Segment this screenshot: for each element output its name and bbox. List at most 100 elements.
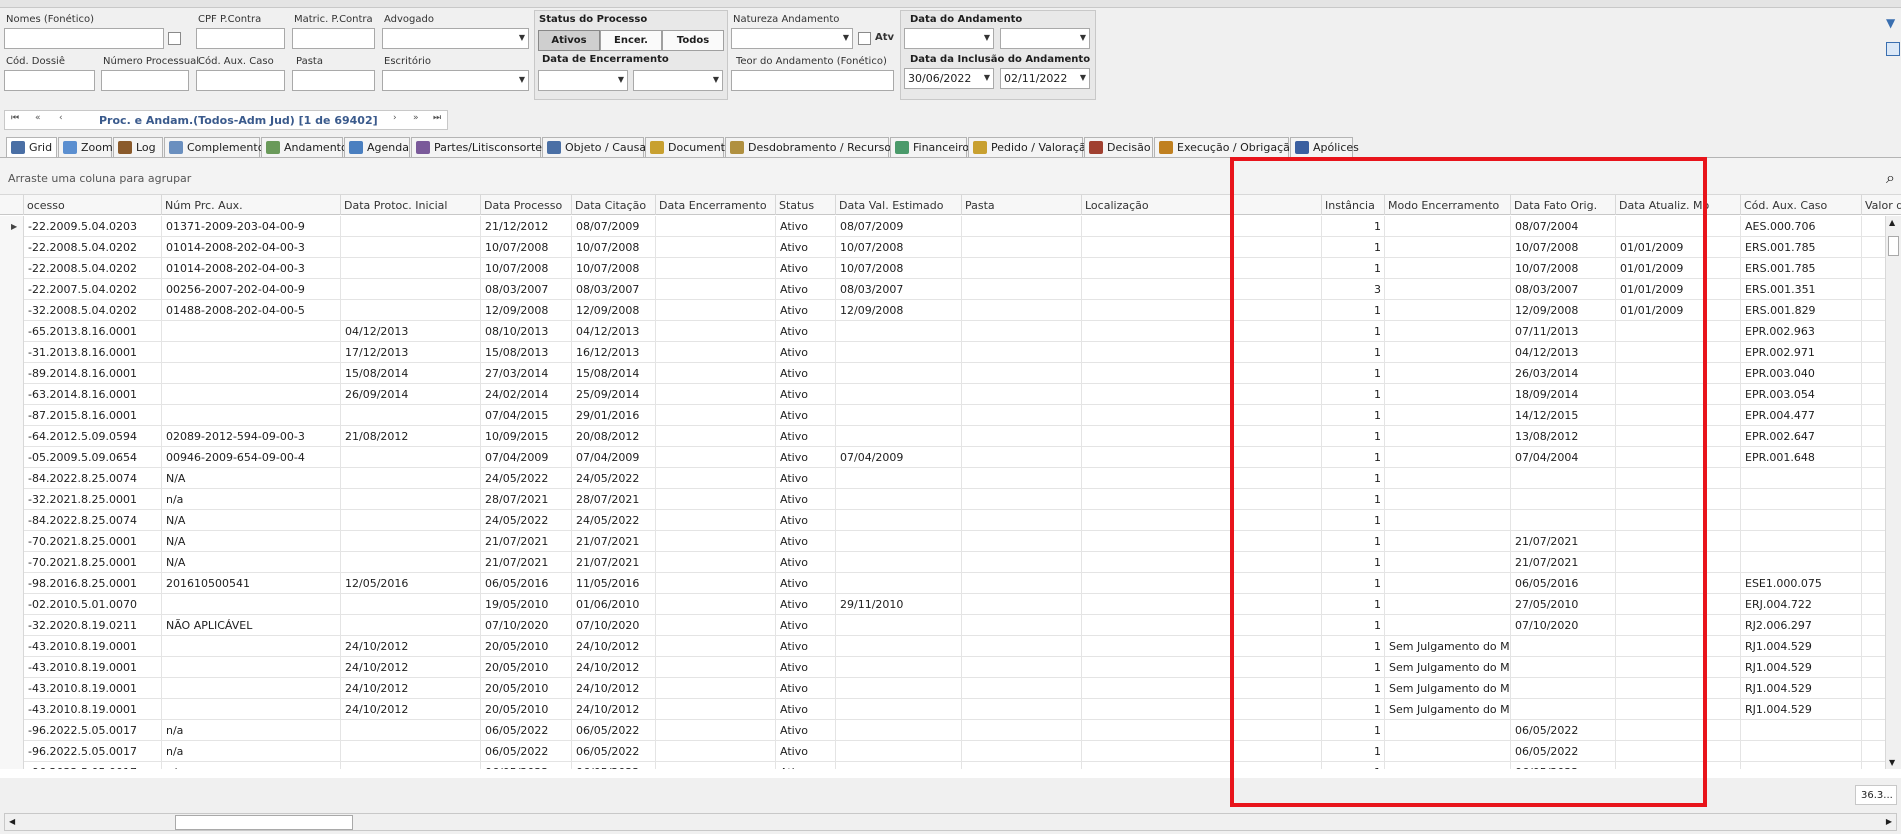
table-cell[interactable]: [1082, 405, 1322, 426]
table-cell[interactable]: [656, 531, 776, 552]
table-cell[interactable]: EPR.002.963: [1741, 321, 1862, 342]
table-cell[interactable]: 20/05/2010: [481, 636, 572, 657]
table-cell[interactable]: [962, 300, 1082, 321]
table-cell[interactable]: [1862, 447, 1885, 468]
table-cell[interactable]: 04/12/2013: [1511, 342, 1616, 363]
table-cell[interactable]: 1: [1322, 363, 1385, 384]
table-cell[interactable]: [1082, 300, 1322, 321]
table-cell[interactable]: [962, 342, 1082, 363]
table-cell[interactable]: 01/01/2009: [1616, 237, 1741, 258]
table-cell[interactable]: [836, 321, 962, 342]
table-cell[interactable]: 00946-2009-654-09-00-4: [162, 447, 341, 468]
table-cell[interactable]: Ativo: [776, 363, 836, 384]
column-header[interactable]: Status: [776, 195, 836, 215]
table-cell[interactable]: [1385, 594, 1511, 615]
table-cell[interactable]: Ativo: [776, 720, 836, 741]
table-cell[interactable]: [1616, 321, 1741, 342]
table-cell[interactable]: [1862, 405, 1885, 426]
table-cell[interactable]: 18/09/2014: [1511, 384, 1616, 405]
table-cell[interactable]: Ativo: [776, 573, 836, 594]
scroll-down-icon[interactable]: ▼: [1889, 758, 1895, 767]
table-cell[interactable]: Ativo: [776, 594, 836, 615]
tab-desdobramento-recurso[interactable]: Desdobramento / Recurso: [725, 137, 891, 158]
table-cell[interactable]: -43.2010.8.19.0001: [24, 678, 162, 699]
table-cell[interactable]: 1: [1322, 531, 1385, 552]
table-cell[interactable]: 10/07/2008: [572, 237, 656, 258]
table-cell[interactable]: 06/05/2022: [481, 720, 572, 741]
table-cell[interactable]: -32.2021.8.25.0001: [24, 489, 162, 510]
hscroll-thumb[interactable]: [175, 815, 353, 830]
table-cell[interactable]: [1862, 615, 1885, 636]
table-cell[interactable]: 28/07/2021: [481, 489, 572, 510]
cod-aux-caso-input[interactable]: [196, 70, 285, 91]
table-cell[interactable]: Ativo: [776, 216, 836, 237]
row-indicator[interactable]: [0, 258, 24, 279]
next-record-icon[interactable]: ›: [393, 113, 397, 123]
table-cell[interactable]: [962, 573, 1082, 594]
table-cell[interactable]: 24/02/2014: [481, 384, 572, 405]
table-cell[interactable]: 12/09/2008: [1511, 300, 1616, 321]
table-cell[interactable]: 1: [1322, 216, 1385, 237]
table-cell[interactable]: -43.2010.8.19.0001: [24, 657, 162, 678]
table-cell[interactable]: [1082, 615, 1322, 636]
table-cell[interactable]: [162, 342, 341, 363]
table-cell[interactable]: 27/05/2010: [1511, 594, 1616, 615]
scroll-up-icon[interactable]: ▲: [1889, 218, 1895, 227]
table-cell[interactable]: 1: [1322, 447, 1385, 468]
table-cell[interactable]: Ativo: [776, 279, 836, 300]
table-cell[interactable]: 28/07/2021: [572, 489, 656, 510]
table-cell[interactable]: [1385, 552, 1511, 573]
table-cell[interactable]: 24/10/2012: [572, 657, 656, 678]
tab-andamento[interactable]: Andamento: [261, 137, 348, 158]
table-cell[interactable]: 06/05/2022: [572, 720, 656, 741]
table-cell[interactable]: [1385, 741, 1511, 762]
table-cell[interactable]: ESE1.000.075: [1741, 573, 1862, 594]
table-cell[interactable]: [1082, 741, 1322, 762]
table-cell[interactable]: [162, 678, 341, 699]
table-cell[interactable]: 1: [1322, 468, 1385, 489]
row-indicator[interactable]: [0, 699, 24, 720]
column-header[interactable]: ocesso: [24, 195, 162, 215]
table-cell[interactable]: [836, 573, 962, 594]
table-cell[interactable]: Ativo: [776, 237, 836, 258]
table-cell[interactable]: n/a: [162, 720, 341, 741]
table-cell[interactable]: [656, 216, 776, 237]
table-cell[interactable]: 08/03/2007: [572, 279, 656, 300]
table-cell[interactable]: 07/10/2020: [572, 615, 656, 636]
table-cell[interactable]: EPR.001.648: [1741, 447, 1862, 468]
row-indicator[interactable]: [0, 342, 24, 363]
table-row[interactable]: -96.2022.5.05.0017n/a06/05/202206/05/202…: [0, 720, 1885, 741]
row-indicator[interactable]: [0, 615, 24, 636]
table-cell[interactable]: [1616, 384, 1741, 405]
table-cell[interactable]: [1862, 426, 1885, 447]
table-cell[interactable]: -98.2016.8.25.0001: [24, 573, 162, 594]
table-cell[interactable]: N/A: [162, 510, 341, 531]
table-cell[interactable]: [1862, 657, 1885, 678]
table-cell[interactable]: Ativo: [776, 342, 836, 363]
table-cell[interactable]: [656, 573, 776, 594]
num-processual-input[interactable]: [101, 70, 189, 91]
table-cell[interactable]: 21/07/2021: [1511, 552, 1616, 573]
table-cell[interactable]: [1082, 510, 1322, 531]
table-cell[interactable]: [1385, 615, 1511, 636]
table-cell[interactable]: [1862, 762, 1885, 769]
column-header[interactable]: Data Citação: [572, 195, 656, 215]
table-cell[interactable]: [1616, 741, 1741, 762]
next-page-icon[interactable]: »: [413, 113, 419, 123]
tab-objeto-causa[interactable]: Objeto / Causa: [542, 137, 646, 158]
table-cell[interactable]: [656, 678, 776, 699]
table-cell[interactable]: [1862, 636, 1885, 657]
table-cell[interactable]: 07/04/2009: [572, 447, 656, 468]
table-cell[interactable]: [1862, 531, 1885, 552]
table-cell[interactable]: 12/05/2016: [341, 573, 481, 594]
row-indicator[interactable]: [0, 405, 24, 426]
table-cell[interactable]: 24/10/2012: [341, 657, 481, 678]
tab-documento[interactable]: Documento: [645, 137, 732, 158]
table-cell[interactable]: [1741, 468, 1862, 489]
table-cell[interactable]: 01014-2008-202-04-00-3: [162, 237, 341, 258]
table-cell[interactable]: EPR.003.054: [1741, 384, 1862, 405]
table-cell[interactable]: [1082, 384, 1322, 405]
table-cell[interactable]: 16/12/2013: [572, 342, 656, 363]
table-cell[interactable]: 1: [1322, 699, 1385, 720]
table-cell[interactable]: [341, 741, 481, 762]
